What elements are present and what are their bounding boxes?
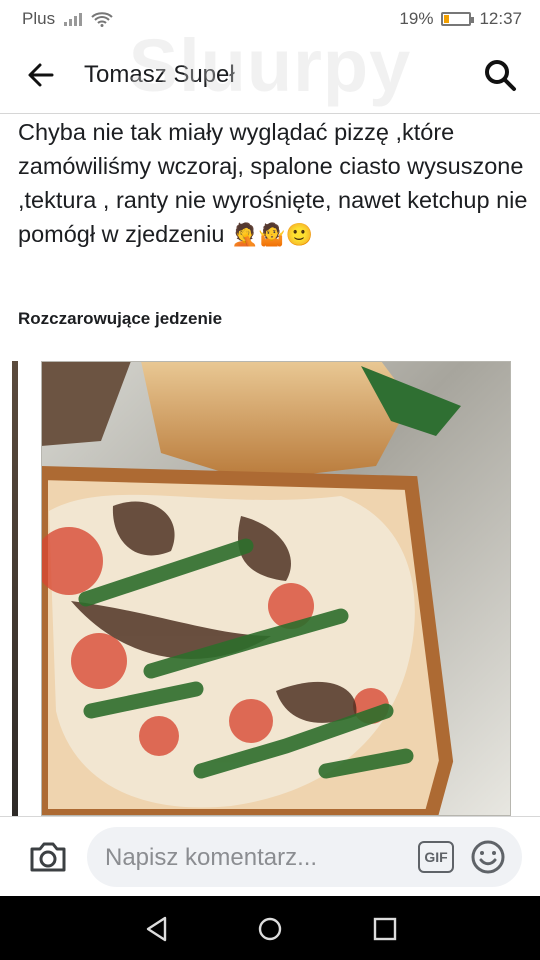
nav-home-icon[interactable] [255,914,285,944]
app-header: Tomasz Supeł [0,36,540,114]
status-bar: Plus 19% 12:37 [0,0,540,36]
battery-level [444,15,449,23]
comment-placeholder: Napisz komentarz... [105,844,318,871]
carrier-label: Plus [22,9,56,28]
page-title: Tomasz Supeł [84,61,235,88]
rating-label: Rozczarowujące jedzenie [18,309,223,328]
clock: 12:37 [479,9,522,28]
post-content: Chyba nie tak miały wyglądać pizzę ,któr… [18,115,528,252]
previous-photo-edge[interactable] [12,361,18,816]
arrow-left-icon[interactable] [24,58,58,92]
wifi-icon [91,12,113,27]
comment-input[interactable]: Napisz komentarz... GIF [87,827,522,887]
gif-button[interactable]: GIF [418,841,454,873]
camera-icon[interactable] [28,840,68,874]
pizza-photo[interactable] [41,361,511,816]
search-icon[interactable] [482,57,518,93]
nav-recents-icon[interactable] [370,914,400,944]
comment-composer: Napisz komentarz... GIF [0,816,540,896]
battery-icon [441,12,475,26]
android-navigation-bar [0,896,540,960]
cellular-signal-icon [64,13,83,26]
nav-back-icon[interactable] [142,914,172,944]
battery-percentage: 19% [399,9,434,28]
pizza-photo-illustration [41,361,511,816]
emoji-reactions: 🤦🤷🙂 [230,222,314,247]
smile-icon[interactable] [470,839,506,875]
